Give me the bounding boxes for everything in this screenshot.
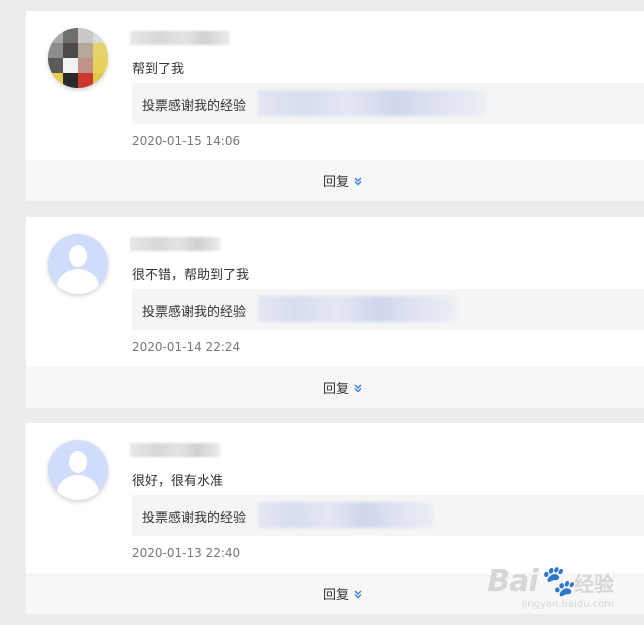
watermark-logo: Bai🐾经验 [487, 567, 614, 599]
username-blurred[interactable] [130, 443, 220, 457]
reply-label: 回复 [322, 382, 349, 397]
comment-text: 很好，很有水准 [132, 474, 224, 489]
quote-text: 投票感谢我的经验 [142, 99, 247, 114]
comment-card: 帮到了我 投票感谢我的经验 2020-01-15 14:06 回复 [26, 11, 644, 201]
reply-label: 回复 [322, 588, 349, 603]
default-avatar[interactable] [48, 234, 108, 294]
comment-text: 帮到了我 [132, 62, 185, 77]
reply-button[interactable]: 回复 [323, 378, 363, 397]
username-blurred[interactable] [130, 237, 220, 251]
watermark-logo-cn: 经验 [574, 572, 614, 596]
comment-timestamp: 2020-01-13 22:40 [132, 546, 241, 560]
reply-button[interactable]: 回复 [323, 171, 363, 190]
comment-card: 很不错，帮助到了我 投票感谢我的经验 2020-01-14 22:24 回复 [26, 217, 644, 408]
quoted-experience[interactable]: 投票感谢我的经验 [132, 83, 644, 124]
reply-bar: 回复 [26, 160, 644, 201]
paw-icon: 🐾 [537, 564, 575, 599]
comment-text: 很不错，帮助到了我 [132, 268, 250, 283]
chevron-down-icon [354, 590, 362, 598]
quoted-experience[interactable]: 投票感谢我的经验 [132, 495, 644, 536]
reply-label: 回复 [322, 175, 349, 190]
reply-bar: 回复 [26, 367, 644, 408]
quote-link-blurred[interactable] [258, 90, 486, 116]
comment-timestamp: 2020-01-15 14:06 [132, 134, 241, 148]
quote-link-blurred[interactable] [258, 502, 434, 528]
quote-text: 投票感谢我的经验 [142, 511, 247, 526]
baidu-jingyan-watermark: Bai🐾经验 jingyan.baidu.com [487, 567, 614, 611]
quoted-experience[interactable]: 投票感谢我的经验 [132, 289, 644, 330]
username-blurred[interactable] [130, 31, 230, 45]
watermark-url: jingyan.baidu.com [521, 599, 614, 610]
reply-button[interactable]: 回复 [323, 584, 363, 603]
comment-timestamp: 2020-01-14 22:24 [132, 340, 241, 354]
quote-link-blurred[interactable] [258, 296, 456, 322]
chevron-down-icon [354, 177, 362, 185]
watermark-logo-text: Bai [487, 564, 538, 599]
user-avatar[interactable] [48, 28, 108, 88]
default-avatar[interactable] [48, 440, 108, 500]
quote-text: 投票感谢我的经验 [142, 305, 247, 320]
chevron-down-icon [354, 384, 362, 392]
